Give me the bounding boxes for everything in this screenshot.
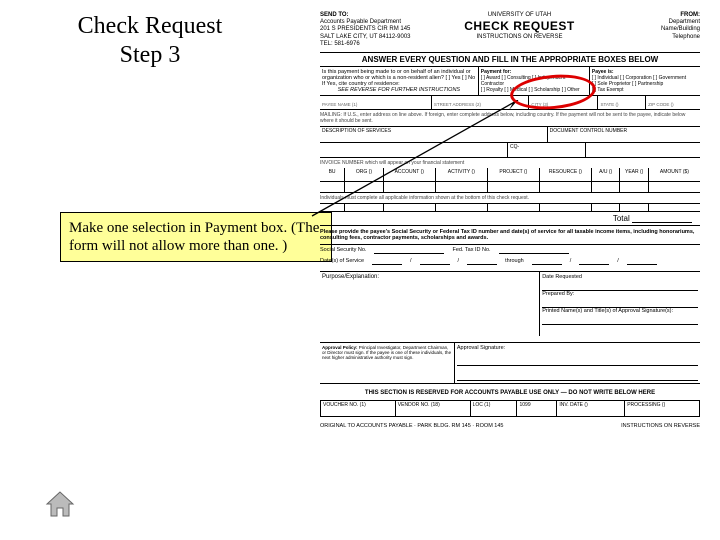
check-request-form: SEND TO: Accounts Payable Department 201…: [320, 10, 700, 510]
university-line: UNIVERSITY OF UTAH: [453, 12, 586, 19]
ssn-label: Social Security No.: [320, 247, 366, 254]
from-label: FROM:: [680, 12, 700, 18]
sendto-body: Accounts Payable Department 201 S PRESID…: [320, 19, 434, 48]
ap-vendor: VENDOR NO. (18): [396, 401, 471, 416]
nra-question: Is this payment being made to or on beha…: [322, 69, 476, 81]
form-subtitle: INSTRUCTIONS ON REVERSE: [453, 34, 586, 41]
warn-text: Please provide the payee's Social Securi…: [320, 226, 700, 245]
instruction-callout: Make one selection in Payment box. (The …: [60, 212, 332, 262]
footer-right: INSTRUCTIONS ON REVERSE: [621, 423, 700, 429]
state-label: STATE (): [600, 102, 618, 107]
home-icon: [44, 488, 76, 520]
ap-loc: LOC (1): [471, 401, 518, 416]
page-title-line2: Step 3: [60, 41, 240, 70]
dos-label: Date(s) of Service: [320, 258, 364, 265]
page-title-line1: Check Request: [60, 12, 240, 41]
taxid-label: Fed. Tax ID No.: [452, 247, 490, 254]
doccontrol-label: DOCUMENT CONTROL NUMBER: [550, 128, 628, 134]
ap-1099: 1099: [517, 401, 557, 416]
pointer-arrow: [300, 100, 530, 220]
ap-date: INV. DATE (): [557, 401, 625, 416]
through-label: through: [505, 258, 524, 265]
total-label: Total: [613, 214, 630, 223]
payee-options: [ ] Individual [ ] Corporation [ ] Gover…: [592, 75, 698, 93]
sendto-label: SEND TO:: [320, 12, 349, 18]
ap-voucher: VOUCHER NO. (1): [321, 401, 396, 416]
zip-label: ZIP CODE (): [648, 102, 673, 107]
home-button[interactable]: [44, 488, 76, 520]
col-yr: YEAR (): [620, 168, 649, 181]
ap-dist: PROCESSING (): [625, 401, 699, 416]
footer-left: ORIGINAL TO ACCOUNTS PAYABLE · PARK BLDG…: [320, 423, 504, 429]
col-au: A/U (): [592, 168, 621, 181]
from-body: Department Name/Building Telephone: [605, 19, 700, 41]
col-amount: AMOUNT ($): [649, 168, 700, 181]
col-res: RESOURCE (): [540, 168, 592, 181]
form-title: CHECK REQUEST: [453, 19, 586, 33]
see-reverse: SEE REVERSE FOR FURTHER INSTRUCTIONS: [322, 87, 476, 93]
answer-banner: ANSWER EVERY QUESTION AND FILL IN THE AP…: [320, 53, 700, 67]
purpose-label: Purpose/Explanation:: [322, 274, 379, 280]
reserved-banner: THIS SECTION IS RESERVED FOR ACCOUNTS PA…: [320, 384, 700, 398]
